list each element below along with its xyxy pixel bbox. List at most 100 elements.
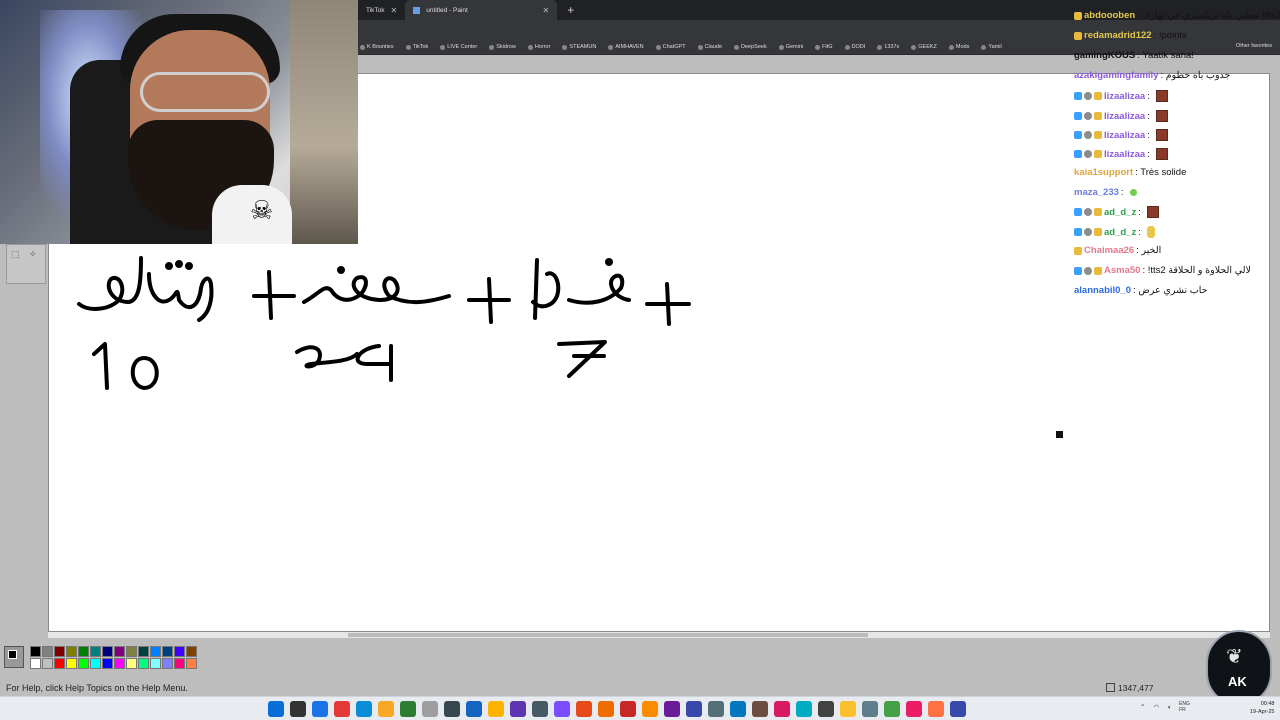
app-icon[interactable] [620, 701, 636, 717]
tab-paint[interactable]: untitled - Paint ✕ [405, 0, 558, 20]
palette-swatch[interactable] [138, 646, 149, 657]
app-icon[interactable] [686, 701, 702, 717]
palette-swatch[interactable] [150, 646, 161, 657]
app-icon[interactable] [642, 701, 658, 717]
palette-swatch[interactable] [186, 646, 197, 657]
chrome-icon[interactable] [356, 701, 372, 717]
bookmark-item[interactable]: LIVE Center [440, 44, 477, 50]
game-icon[interactable] [576, 701, 592, 717]
foreground-color[interactable] [8, 650, 17, 659]
bookmark-item[interactable]: FitG [815, 44, 833, 50]
palette-swatch[interactable] [30, 646, 41, 657]
palette-swatch[interactable] [42, 646, 53, 657]
bookmark-item[interactable]: Horror [527, 44, 550, 50]
search-icon[interactable] [290, 701, 306, 717]
palette-swatch[interactable] [90, 658, 101, 669]
chat-username[interactable]: alannabil0_0 [1074, 285, 1131, 296]
file-explorer-icon[interactable] [378, 701, 394, 717]
chat-username[interactable]: azakigamingfamily [1074, 70, 1158, 81]
scrollbar-thumb[interactable] [348, 633, 868, 637]
bookmark-item[interactable]: 1337x [877, 44, 899, 50]
select-tool-icon[interactable]: ⬚ [11, 249, 23, 261]
app-icon[interactable] [818, 701, 834, 717]
palette-swatch[interactable] [42, 658, 53, 669]
palette-swatch[interactable] [54, 658, 65, 669]
shield-icon[interactable] [554, 701, 570, 717]
wifi-icon[interactable]: ◠ [1153, 703, 1159, 711]
color-palette[interactable] [4, 646, 197, 669]
palette-swatch[interactable] [186, 658, 197, 669]
palette-swatch[interactable] [66, 658, 77, 669]
app-icon[interactable] [730, 701, 746, 717]
palette-swatch[interactable] [90, 646, 101, 657]
app-icon[interactable] [752, 701, 768, 717]
chat-username[interactable]: redamadrid122 [1084, 30, 1152, 41]
palette-swatch[interactable] [174, 646, 185, 657]
bookmark-item[interactable]: ChatGPT [655, 44, 686, 50]
edge-icon[interactable] [312, 701, 328, 717]
settings-icon[interactable] [532, 701, 548, 717]
palette-swatch[interactable] [138, 658, 149, 669]
palette-swatch[interactable] [66, 646, 77, 657]
bookmark-item[interactable]: STEAMUN [562, 44, 596, 50]
close-icon[interactable]: ✕ [543, 6, 550, 15]
bookmark-item[interactable]: Skidrow [489, 44, 516, 50]
bookmark-item[interactable]: Gemini [778, 44, 803, 50]
steam-icon[interactable] [466, 701, 482, 717]
palette-swatch[interactable] [114, 646, 125, 657]
app-icon[interactable] [862, 701, 878, 717]
chat-username[interactable]: lizaalizaa [1104, 111, 1145, 122]
app-icon[interactable] [598, 701, 614, 717]
bookmark-item[interactable]: TikTok [405, 44, 428, 50]
speaker-icon[interactable]: ◖ [1167, 704, 1171, 711]
app-icon[interactable] [774, 701, 790, 717]
globe-icon[interactable] [422, 701, 438, 717]
palette-swatch[interactable] [102, 658, 113, 669]
app-icon[interactable] [708, 701, 724, 717]
chat-username[interactable]: lizaalizaa [1104, 91, 1145, 102]
palette-swatch[interactable] [102, 646, 113, 657]
clock[interactable]: 00:48 19-Apr-25 [1250, 700, 1274, 716]
app-icon[interactable] [884, 701, 900, 717]
discord-icon[interactable] [444, 701, 460, 717]
new-tab-button[interactable]: + [557, 3, 584, 17]
bookmark-item[interactable]: DeepSeek [734, 44, 767, 50]
bookmark-item[interactable]: K Bounties [360, 44, 394, 50]
palette-swatch[interactable] [126, 658, 137, 669]
tiktok-icon[interactable] [906, 701, 922, 717]
chat-username[interactable]: maza_233 [1074, 187, 1119, 198]
palette-swatch[interactable] [30, 658, 41, 669]
free-select-tool-icon[interactable]: ✧ [29, 249, 41, 261]
horizontal-scrollbar[interactable] [48, 632, 1270, 638]
folder-icon[interactable] [488, 701, 504, 717]
tab-tiktok[interactable]: TikTok ✕ [358, 0, 405, 20]
windows-start-icon[interactable] [268, 701, 284, 717]
palette-swatch[interactable] [114, 658, 125, 669]
language-indicator[interactable]: ENG FR [1179, 701, 1190, 713]
chat-username[interactable]: ad_d_z [1104, 227, 1136, 238]
chat-username[interactable]: gamingKOUS [1074, 50, 1135, 61]
chevron-up-icon[interactable]: ⌃ [1140, 703, 1145, 711]
chat-username[interactable]: lizaalizaa [1104, 149, 1145, 160]
app-icon[interactable] [840, 701, 856, 717]
bookmark-item[interactable]: AIMHAVEN [608, 44, 644, 50]
chat-username[interactable]: Chaimaa26 [1084, 245, 1134, 256]
paint-toolbox[interactable]: ⬚ ✧ [6, 244, 46, 284]
calculator-icon[interactable] [950, 701, 966, 717]
brave-icon[interactable] [334, 701, 350, 717]
bookmark-item[interactable]: Claude [697, 44, 722, 50]
bookmark-item[interactable]: Yamil [981, 44, 1002, 50]
palette-swatch[interactable] [126, 646, 137, 657]
chat-username[interactable]: abdoooben [1084, 10, 1135, 21]
palette-swatch[interactable] [54, 646, 65, 657]
bookmark-item[interactable]: GEEKZ [911, 44, 937, 50]
palette-swatch[interactable] [162, 658, 173, 669]
app-icon[interactable] [664, 701, 680, 717]
chat-username[interactable]: kaia1support [1074, 167, 1133, 178]
palette-swatch[interactable] [162, 646, 173, 657]
bookmark-item[interactable]: Mods [948, 44, 969, 50]
palette-swatches[interactable] [30, 646, 197, 669]
chat-username[interactable]: Asma50 [1104, 265, 1140, 276]
current-colors[interactable] [4, 646, 24, 668]
palette-swatch[interactable] [78, 646, 89, 657]
